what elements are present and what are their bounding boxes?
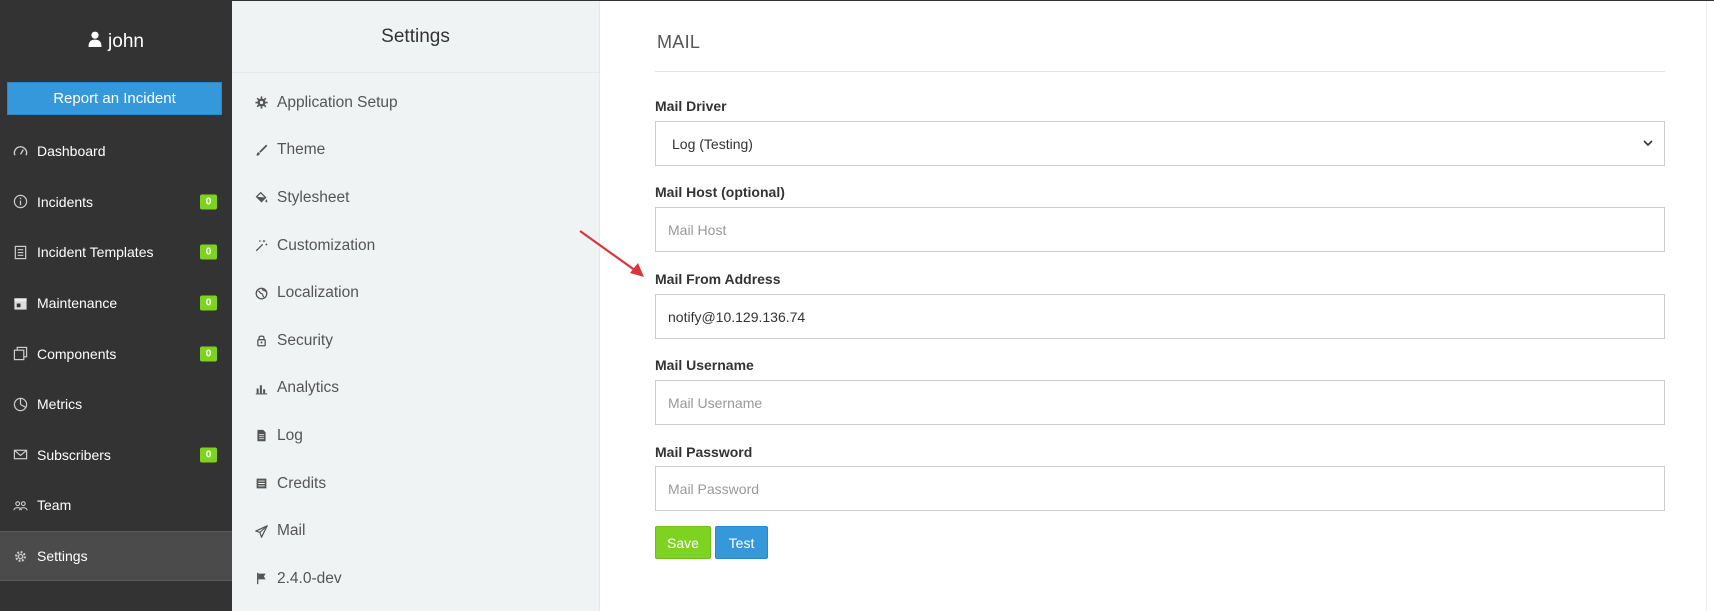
sidebar-item-components[interactable]: Components 0 bbox=[0, 328, 232, 379]
sidebar-item-subscribers[interactable]: Subscribers 0 bbox=[0, 430, 232, 481]
user-icon bbox=[88, 31, 102, 53]
lock-icon bbox=[254, 334, 268, 348]
mail-driver-value: Log (Testing) bbox=[672, 135, 753, 152]
settings-item-label: Customization bbox=[277, 236, 376, 254]
flag-icon bbox=[254, 572, 268, 586]
settings-nav: Application Setup Theme Stylesheet Custo… bbox=[232, 79, 599, 603]
sidebar-item-label: Metrics bbox=[37, 396, 83, 413]
settings-item-label: Localization bbox=[277, 284, 359, 302]
sidebar-nav: Dashboard Incidents 0 Incident Templates… bbox=[0, 126, 232, 582]
copy-icon bbox=[13, 346, 28, 361]
sidebar-item-label: Incident Templates bbox=[37, 244, 154, 261]
sidebar-item-label: Team bbox=[37, 497, 72, 514]
settings-title: Settings bbox=[232, 1, 599, 73]
settings-item-label: Credits bbox=[277, 474, 327, 492]
settings-item-log[interactable]: Log bbox=[232, 412, 599, 460]
list-icon bbox=[254, 477, 268, 491]
settings-item-stylesheet[interactable]: Stylesheet bbox=[232, 174, 599, 222]
settings-item-label: Mail bbox=[277, 522, 306, 540]
team-icon bbox=[13, 498, 28, 513]
sidebar-item-label: Maintenance bbox=[37, 295, 118, 312]
count-badge: 0 bbox=[200, 194, 217, 210]
sidebar-item-label: Components bbox=[37, 345, 117, 362]
user-profile[interactable]: john bbox=[0, 1, 232, 83]
mail-username-input[interactable] bbox=[655, 380, 1665, 425]
settings-item-application-setup[interactable]: Application Setup bbox=[232, 79, 599, 127]
settings-item-label: 2.4.0-dev bbox=[277, 569, 342, 587]
annotation-arrow-icon bbox=[579, 230, 644, 277]
gear-icon bbox=[13, 549, 28, 564]
app-frame: john Report an Incident Dashboard Incide… bbox=[0, 0, 1714, 611]
sidebar-item-incidents[interactable]: Incidents 0 bbox=[0, 177, 232, 228]
document-icon bbox=[13, 245, 28, 260]
save-button[interactable]: Save bbox=[655, 526, 711, 559]
sidebar-item-team[interactable]: Team bbox=[0, 480, 232, 531]
sidebar-item-label: Incidents bbox=[37, 193, 94, 210]
gear-icon bbox=[254, 96, 268, 110]
magic-wand-icon bbox=[254, 239, 268, 253]
settings-item-label: Analytics bbox=[277, 379, 340, 397]
sidebar-item-maintenance[interactable]: Maintenance 0 bbox=[0, 278, 232, 329]
settings-item-label: Stylesheet bbox=[277, 188, 350, 206]
settings-item-localization[interactable]: Localization bbox=[232, 269, 599, 317]
chevron-down-icon bbox=[1642, 136, 1654, 152]
user-name: john bbox=[108, 31, 144, 52]
info-icon bbox=[13, 194, 28, 209]
settings-item-label: Security bbox=[277, 331, 333, 349]
settings-item-label: Application Setup bbox=[277, 93, 398, 111]
report-incident-button[interactable]: Report an Incident bbox=[7, 82, 222, 115]
globe-icon bbox=[254, 286, 268, 300]
pie-chart-icon bbox=[13, 397, 28, 412]
brush-icon bbox=[254, 143, 268, 157]
test-button[interactable]: Test bbox=[715, 526, 768, 559]
mail-driver-label: Mail Driver bbox=[655, 98, 727, 114]
mail-host-input[interactable] bbox=[655, 207, 1665, 252]
sidebar-item-dashboard[interactable]: Dashboard bbox=[0, 126, 232, 177]
settings-item-analytics[interactable]: Analytics bbox=[232, 365, 599, 413]
calendar-icon bbox=[13, 296, 28, 311]
sidebar-item-metrics[interactable]: Metrics bbox=[0, 379, 232, 430]
mail-settings-panel: MAIL Mail Driver Log (Testing) Mail Host… bbox=[600, 1, 1714, 611]
sidebar-item-label: Dashboard bbox=[37, 143, 106, 160]
count-badge: 0 bbox=[200, 447, 217, 463]
mail-password-input[interactable] bbox=[655, 466, 1665, 511]
main-sidebar: john Report an Incident Dashboard Incide… bbox=[0, 1, 232, 611]
scrollbar[interactable] bbox=[1706, 1, 1714, 611]
settings-item-credits[interactable]: Credits bbox=[232, 460, 599, 508]
section-divider bbox=[655, 71, 1665, 72]
mail-password-label: Mail Password bbox=[655, 444, 753, 460]
settings-item-mail[interactable]: Mail bbox=[232, 507, 599, 555]
mail-icon bbox=[13, 447, 28, 462]
settings-item-theme[interactable]: Theme bbox=[232, 127, 599, 175]
count-badge: 0 bbox=[200, 244, 217, 260]
mail-driver-select[interactable]: Log (Testing) bbox=[655, 121, 1665, 166]
mail-from-address-input[interactable] bbox=[655, 294, 1665, 339]
settings-menu: Settings Application Setup Theme Stylesh… bbox=[232, 1, 600, 611]
section-title: MAIL bbox=[657, 32, 701, 52]
count-badge: 0 bbox=[200, 295, 217, 311]
settings-item-customization[interactable]: Customization bbox=[232, 222, 599, 270]
bar-chart-icon bbox=[254, 381, 268, 395]
settings-item-version[interactable]: 2.4.0-dev bbox=[232, 555, 599, 603]
sidebar-item-settings[interactable]: Settings bbox=[0, 530, 232, 582]
sidebar-item-label: Settings bbox=[37, 548, 88, 565]
settings-item-security[interactable]: Security bbox=[232, 317, 599, 365]
mail-from-address-label: Mail From Address bbox=[655, 271, 781, 287]
paint-bucket-icon bbox=[254, 191, 268, 205]
paper-plane-icon bbox=[254, 524, 268, 538]
file-icon bbox=[254, 429, 268, 443]
mail-host-label: Mail Host (optional) bbox=[655, 184, 785, 200]
settings-item-label: Theme bbox=[277, 141, 326, 159]
sidebar-item-label: Subscribers bbox=[37, 446, 111, 463]
count-badge: 0 bbox=[200, 346, 217, 362]
mail-username-label: Mail Username bbox=[655, 357, 754, 373]
sidebar-item-incident-templates[interactable]: Incident Templates 0 bbox=[0, 227, 232, 278]
settings-item-label: Log bbox=[277, 426, 303, 444]
dashboard-icon bbox=[13, 144, 28, 159]
